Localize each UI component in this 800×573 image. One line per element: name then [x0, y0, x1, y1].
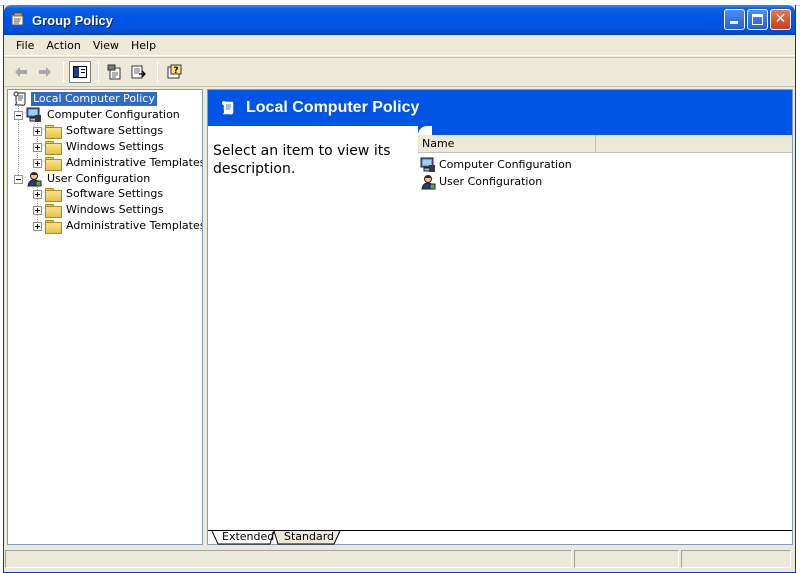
tab-extended[interactable]: Extended: [214, 530, 282, 545]
toolbar: ?: [4, 57, 795, 87]
details-header: Local Computer Policy: [208, 90, 792, 126]
expand-toggle[interactable]: [33, 221, 42, 231]
item-list[interactable]: Name Computer Configuration User Configu…: [418, 126, 792, 530]
tree-label: User Configuration: [47, 172, 151, 185]
list-item-user-configuration[interactable]: User Configuration: [420, 173, 542, 190]
tab-standard[interactable]: Standard: [276, 530, 342, 545]
tree-label: Computer Configuration: [47, 108, 180, 121]
status-cell-tertiary: [681, 550, 791, 568]
menu-file[interactable]: File: [10, 37, 40, 54]
toolbar-separator: [157, 62, 158, 82]
expand-toggle[interactable]: [33, 142, 42, 152]
menu-view[interactable]: View: [87, 37, 125, 54]
back-button[interactable]: [10, 61, 32, 83]
maximize-button[interactable]: [747, 9, 768, 30]
tree-node-computer-configuration[interactable]: Computer Configuration: [14, 107, 182, 123]
list-item-label: User Configuration: [439, 175, 543, 188]
collapse-toggle[interactable]: [14, 174, 23, 184]
list-item-computer-configuration[interactable]: Computer Configuration: [420, 156, 572, 173]
window-controls: ✕: [724, 9, 791, 30]
tree-node-computer-software-settings[interactable]: Software Settings: [33, 123, 165, 139]
expand-toggle[interactable]: [33, 205, 42, 215]
tree-label: Software Settings: [66, 187, 164, 200]
group-policy-window: Group Policy ✕ File Action View Help ? L…: [3, 5, 796, 573]
list-header-band: [418, 126, 792, 135]
back-arrow-icon: [15, 67, 27, 77]
column-header-name[interactable]: Name: [418, 135, 596, 153]
tree-label: Software Settings: [66, 124, 164, 137]
toolbar-separator: [63, 62, 64, 82]
tree-label: Administrative Templates: [66, 156, 203, 169]
computer-icon: [420, 157, 436, 173]
tree-node-user-administrative-templates[interactable]: Administrative Templates: [33, 218, 203, 234]
details-title: Local Computer Policy: [246, 99, 420, 116]
expand-toggle[interactable]: [33, 126, 42, 136]
export-list-button[interactable]: [128, 61, 150, 83]
folder-icon: [45, 203, 62, 218]
tree-label: Administrative Templates: [66, 219, 203, 232]
menu-help[interactable]: Help: [125, 37, 162, 54]
maximize-icon: [752, 14, 763, 25]
export-list-icon: [131, 65, 146, 79]
computer-icon: [26, 107, 42, 123]
tree-node-user-configuration[interactable]: User Configuration: [14, 171, 152, 187]
properties-button[interactable]: [104, 61, 126, 83]
folder-icon: [45, 124, 62, 139]
collapse-toggle[interactable]: [14, 110, 23, 120]
menu-bar: File Action View Help: [4, 36, 795, 56]
forward-arrow-icon: [39, 67, 51, 77]
status-bar: [4, 548, 795, 570]
folder-icon: [45, 140, 62, 155]
close-icon: ✕: [774, 11, 787, 27]
properties-icon: [107, 64, 121, 80]
help-button[interactable]: ?: [163, 61, 185, 83]
folder-icon: [45, 187, 62, 202]
description-text: Select an item to view its description.: [213, 143, 391, 177]
expand-toggle[interactable]: [33, 158, 42, 168]
policy-scroll-icon: [12, 91, 28, 107]
svg-text:?: ?: [173, 66, 178, 76]
tree-pane[interactable]: Local Computer Policy Computer Configura…: [7, 89, 203, 545]
tree-node-computer-administrative-templates[interactable]: Administrative Templates: [33, 155, 203, 171]
list-item-label: Computer Configuration: [439, 158, 572, 171]
status-cell-main: [5, 550, 572, 568]
title-bar[interactable]: Group Policy ✕: [4, 5, 795, 35]
toolbar-separator: [98, 62, 99, 82]
help-icon: ?: [167, 64, 182, 79]
view-tabs: Extended Standard: [208, 530, 792, 545]
forward-button[interactable]: [34, 61, 56, 83]
close-button[interactable]: ✕: [770, 9, 791, 30]
user-icon: [420, 174, 436, 190]
window-title: Group Policy: [32, 12, 113, 28]
policy-scroll-icon: [220, 100, 236, 116]
tree-label: Local Computer Policy: [31, 92, 157, 106]
tree-label: Windows Settings: [66, 203, 164, 216]
group-policy-app-icon: [10, 12, 26, 28]
console-content: Local Computer Policy Computer Configura…: [7, 89, 793, 545]
folder-icon: [45, 219, 62, 234]
minimize-button[interactable]: [724, 9, 745, 30]
minimize-icon: [730, 21, 738, 24]
tree-label: Windows Settings: [66, 140, 164, 153]
details-pane: Local Computer Policy Select an item to …: [207, 89, 793, 545]
folder-icon: [45, 156, 62, 171]
tree-node-computer-windows-settings[interactable]: Windows Settings: [33, 139, 166, 155]
user-icon: [26, 171, 42, 187]
show-hide-tree-button[interactable]: [69, 61, 91, 83]
expand-toggle[interactable]: [33, 189, 42, 199]
menu-action[interactable]: Action: [40, 37, 86, 54]
tree-node-user-software-settings[interactable]: Software Settings: [33, 186, 165, 202]
tree-node-local-computer-policy[interactable]: Local Computer Policy: [12, 91, 157, 107]
list-column-header: Name: [418, 135, 792, 153]
tree-node-user-windows-settings[interactable]: Windows Settings: [33, 202, 166, 218]
status-cell-secondary: [574, 550, 679, 568]
show-hide-tree-icon: [73, 66, 87, 78]
